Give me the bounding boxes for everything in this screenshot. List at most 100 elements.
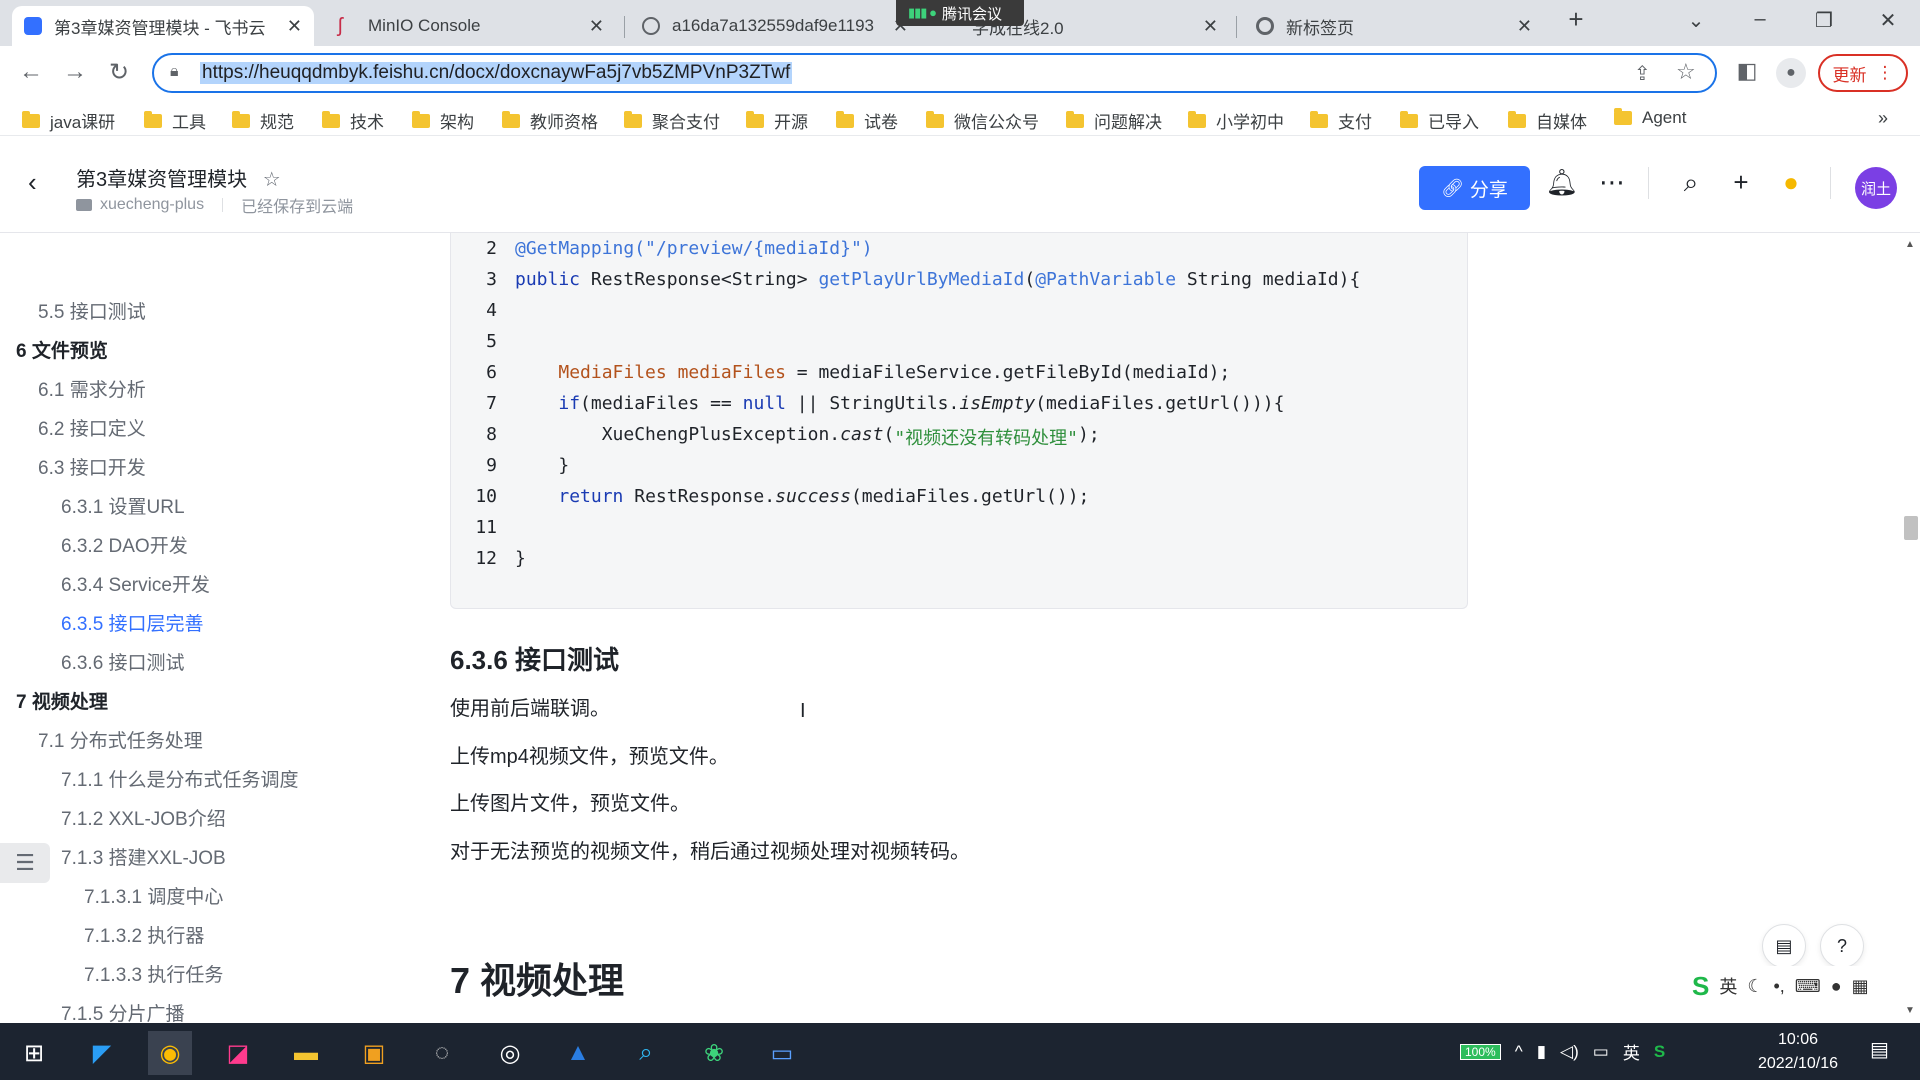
- reload-icon[interactable]: ↻: [104, 58, 134, 87]
- tab-minio-console[interactable]: ʃ MinIO Console ✕: [326, 6, 616, 46]
- outline-item[interactable]: 6.3 接口开发: [38, 453, 146, 480]
- outline-item[interactable]: 7.1.3.2 执行器: [84, 921, 204, 948]
- virtual-machine-icon[interactable]: ▣: [352, 1031, 396, 1075]
- bookmark-folder[interactable]: 问题解决: [1066, 108, 1162, 133]
- outline-item[interactable]: 6 文件预览: [16, 336, 108, 363]
- bookmark-folder[interactable]: 聚合支付: [624, 108, 720, 133]
- outline-item[interactable]: 5.5 接口测试: [38, 297, 146, 324]
- bookmark-folder[interactable]: Agent: [1614, 108, 1686, 128]
- url-text[interactable]: https://heuqqdmbyk.feishu.cn/docx/doxcna…: [200, 62, 793, 84]
- feishu-app-icon[interactable]: ◤: [80, 1031, 124, 1075]
- chevron-up-icon[interactable]: ^: [1515, 1042, 1523, 1062]
- sogou-tray-icon[interactable]: S: [1654, 1042, 1665, 1062]
- new-tab-plus-icon[interactable]: +: [1556, 4, 1596, 35]
- workspace-link[interactable]: xuecheng-plus: [100, 196, 204, 214]
- address-bar[interactable]: 🔒︎ https://heuqqdmbyk.feishu.cn/docx/dox…: [152, 53, 1717, 93]
- scroll-down-icon[interactable]: ▼: [1905, 1005, 1915, 1016]
- minimize-icon[interactable]: –: [1740, 8, 1780, 31]
- ime-toolbar[interactable]: S 英 ☾ •, ⌨ ● ▦: [1688, 966, 1906, 1006]
- bookmark-folder[interactable]: 架构: [412, 108, 474, 133]
- window-close-icon[interactable]: ✕: [1868, 8, 1908, 33]
- bookmark-folder[interactable]: 小学初中: [1188, 108, 1284, 133]
- battery-icon[interactable]: 100%: [1460, 1043, 1501, 1060]
- close-icon[interactable]: ✕: [287, 16, 302, 37]
- tencent-meeting-indicator[interactable]: ▮▮▮ ● 腾讯会议: [896, 0, 1024, 26]
- restore-icon[interactable]: ❐: [1804, 8, 1844, 33]
- update-button[interactable]: 更新 ⋮: [1818, 54, 1908, 92]
- outline-item[interactable]: 7.1.5 分片广播: [61, 999, 185, 1023]
- forward-arrow-icon[interactable]: →: [60, 58, 90, 86]
- scroll-up-icon[interactable]: ▲: [1905, 239, 1915, 250]
- outline-item[interactable]: 7.1.3.3 执行任务: [84, 960, 223, 987]
- outline-item[interactable]: 7.1.1 什么是分布式任务调度: [61, 765, 299, 792]
- outline-item[interactable]: 6.3.1 设置URL: [61, 492, 185, 519]
- bookmark-folder[interactable]: 已导入: [1400, 108, 1479, 133]
- outline-item[interactable]: 7.1.3 搭建XXL-JOB: [61, 843, 226, 870]
- back-chevron-icon[interactable]: ‹: [28, 167, 37, 198]
- input-lang[interactable]: 英: [1623, 1039, 1640, 1064]
- app-icon[interactable]: ◌: [420, 1031, 464, 1075]
- close-icon[interactable]: ✕: [1517, 16, 1532, 37]
- share-page-icon[interactable]: ⇪: [1634, 61, 1651, 86]
- photos-icon[interactable]: ▲: [556, 1031, 600, 1075]
- notification-icon[interactable]: ▤: [1870, 1037, 1889, 1062]
- tab-search-chevron-icon[interactable]: ⌄: [1676, 8, 1716, 33]
- tab-new-tab[interactable]: 新标签页 ✕: [1244, 6, 1544, 46]
- file-explorer-icon[interactable]: ▬: [284, 1031, 328, 1075]
- search-app-icon[interactable]: ⌕: [624, 1031, 668, 1075]
- close-icon[interactable]: ✕: [589, 16, 604, 37]
- favorite-star-icon[interactable]: ☆: [263, 169, 281, 191]
- tab-feishu-doc[interactable]: 第3章媒资管理模块 - 飞书云 ✕: [12, 6, 314, 46]
- outline-item[interactable]: 6.2 接口定义: [38, 414, 146, 441]
- back-arrow-icon[interactable]: ←: [16, 58, 46, 86]
- lightbulb-icon[interactable]: ●: [1774, 167, 1808, 198]
- outline-item[interactable]: 7.1 分布式任务处理: [38, 726, 203, 753]
- plus-icon[interactable]: +: [1724, 167, 1758, 198]
- app-icon[interactable]: ◎: [488, 1031, 532, 1075]
- bookmark-folder[interactable]: java课研: [22, 108, 115, 133]
- search-icon[interactable]: ⌕: [1674, 167, 1708, 199]
- bell-icon[interactable]: 🔔︎: [1545, 167, 1579, 198]
- bookmark-star-icon[interactable]: ☆: [1676, 59, 1696, 85]
- scroll-thumb[interactable]: [1904, 516, 1918, 540]
- volume-icon[interactable]: ◁): [1560, 1042, 1579, 1062]
- outline-item[interactable]: 7.1.2 XXL-JOB介绍: [61, 804, 226, 831]
- bookmark-folder[interactable]: 微信公众号: [926, 108, 1039, 133]
- bookmark-folder[interactable]: 自媒体: [1508, 108, 1587, 133]
- intellij-app-icon[interactable]: ◪: [216, 1031, 260, 1075]
- windows-start-icon[interactable]: ⊞: [12, 1031, 56, 1075]
- network-icon[interactable]: ▭: [1593, 1042, 1609, 1062]
- bookmark-folder[interactable]: 支付: [1310, 108, 1372, 133]
- code-block[interactable]: 2 @GetMapping("/preview/{mediaId}") 3 pu…: [450, 233, 1468, 609]
- outline-item[interactable]: 6.3.2 DAO开发: [61, 531, 188, 558]
- outline-toggle-icon[interactable]: ☰: [0, 843, 50, 883]
- microphone-icon[interactable]: ▮: [1537, 1042, 1546, 1062]
- bookmark-folder[interactable]: 规范: [232, 108, 294, 133]
- bookmark-folder[interactable]: 试卷: [836, 108, 898, 133]
- avatar[interactable]: 润土: [1855, 167, 1897, 209]
- app-window-icon[interactable]: ▭: [760, 1031, 804, 1075]
- outline-item[interactable]: 7 视频处理: [16, 687, 108, 714]
- chrome-app-icon[interactable]: ◉: [148, 1031, 192, 1075]
- outline-item[interactable]: 6.1 需求分析: [38, 375, 146, 402]
- outline-item[interactable]: 6.3.6 接口测试: [61, 648, 185, 675]
- more-dots-icon[interactable]: ⋯: [1595, 167, 1629, 198]
- bookmark-folder[interactable]: 教师资格: [502, 108, 598, 133]
- more-bookmarks-icon[interactable]: »: [1878, 108, 1888, 129]
- outline-item[interactable]: 6.3.4 Service开发: [61, 570, 210, 597]
- bookmark-folder[interactable]: 开源: [746, 108, 808, 133]
- app-icon[interactable]: ❀: [692, 1031, 736, 1075]
- help-icon[interactable]: ?: [1820, 924, 1864, 968]
- side-panel-icon[interactable]: ◧: [1732, 58, 1762, 84]
- bookmark-folder[interactable]: 技术: [322, 108, 384, 133]
- clock[interactable]: 10:06 2022/10/16: [1738, 1028, 1858, 1076]
- bookmark-folder[interactable]: 工具: [144, 108, 206, 133]
- outline-item-active[interactable]: 6.3.5 接口层完善: [61, 609, 204, 636]
- comments-icon[interactable]: ▤: [1762, 924, 1806, 968]
- page-scrollbar[interactable]: ▲ ▼: [1900, 233, 1920, 1023]
- profile-icon[interactable]: ●: [1776, 58, 1806, 88]
- close-icon[interactable]: ✕: [1203, 16, 1218, 37]
- share-button[interactable]: 🔗︎ 分享: [1419, 166, 1530, 210]
- outline-item[interactable]: 7.1.3.1 调度中心: [84, 882, 223, 909]
- doc-title[interactable]: 第3章媒资管理模块 ☆: [76, 163, 281, 192]
